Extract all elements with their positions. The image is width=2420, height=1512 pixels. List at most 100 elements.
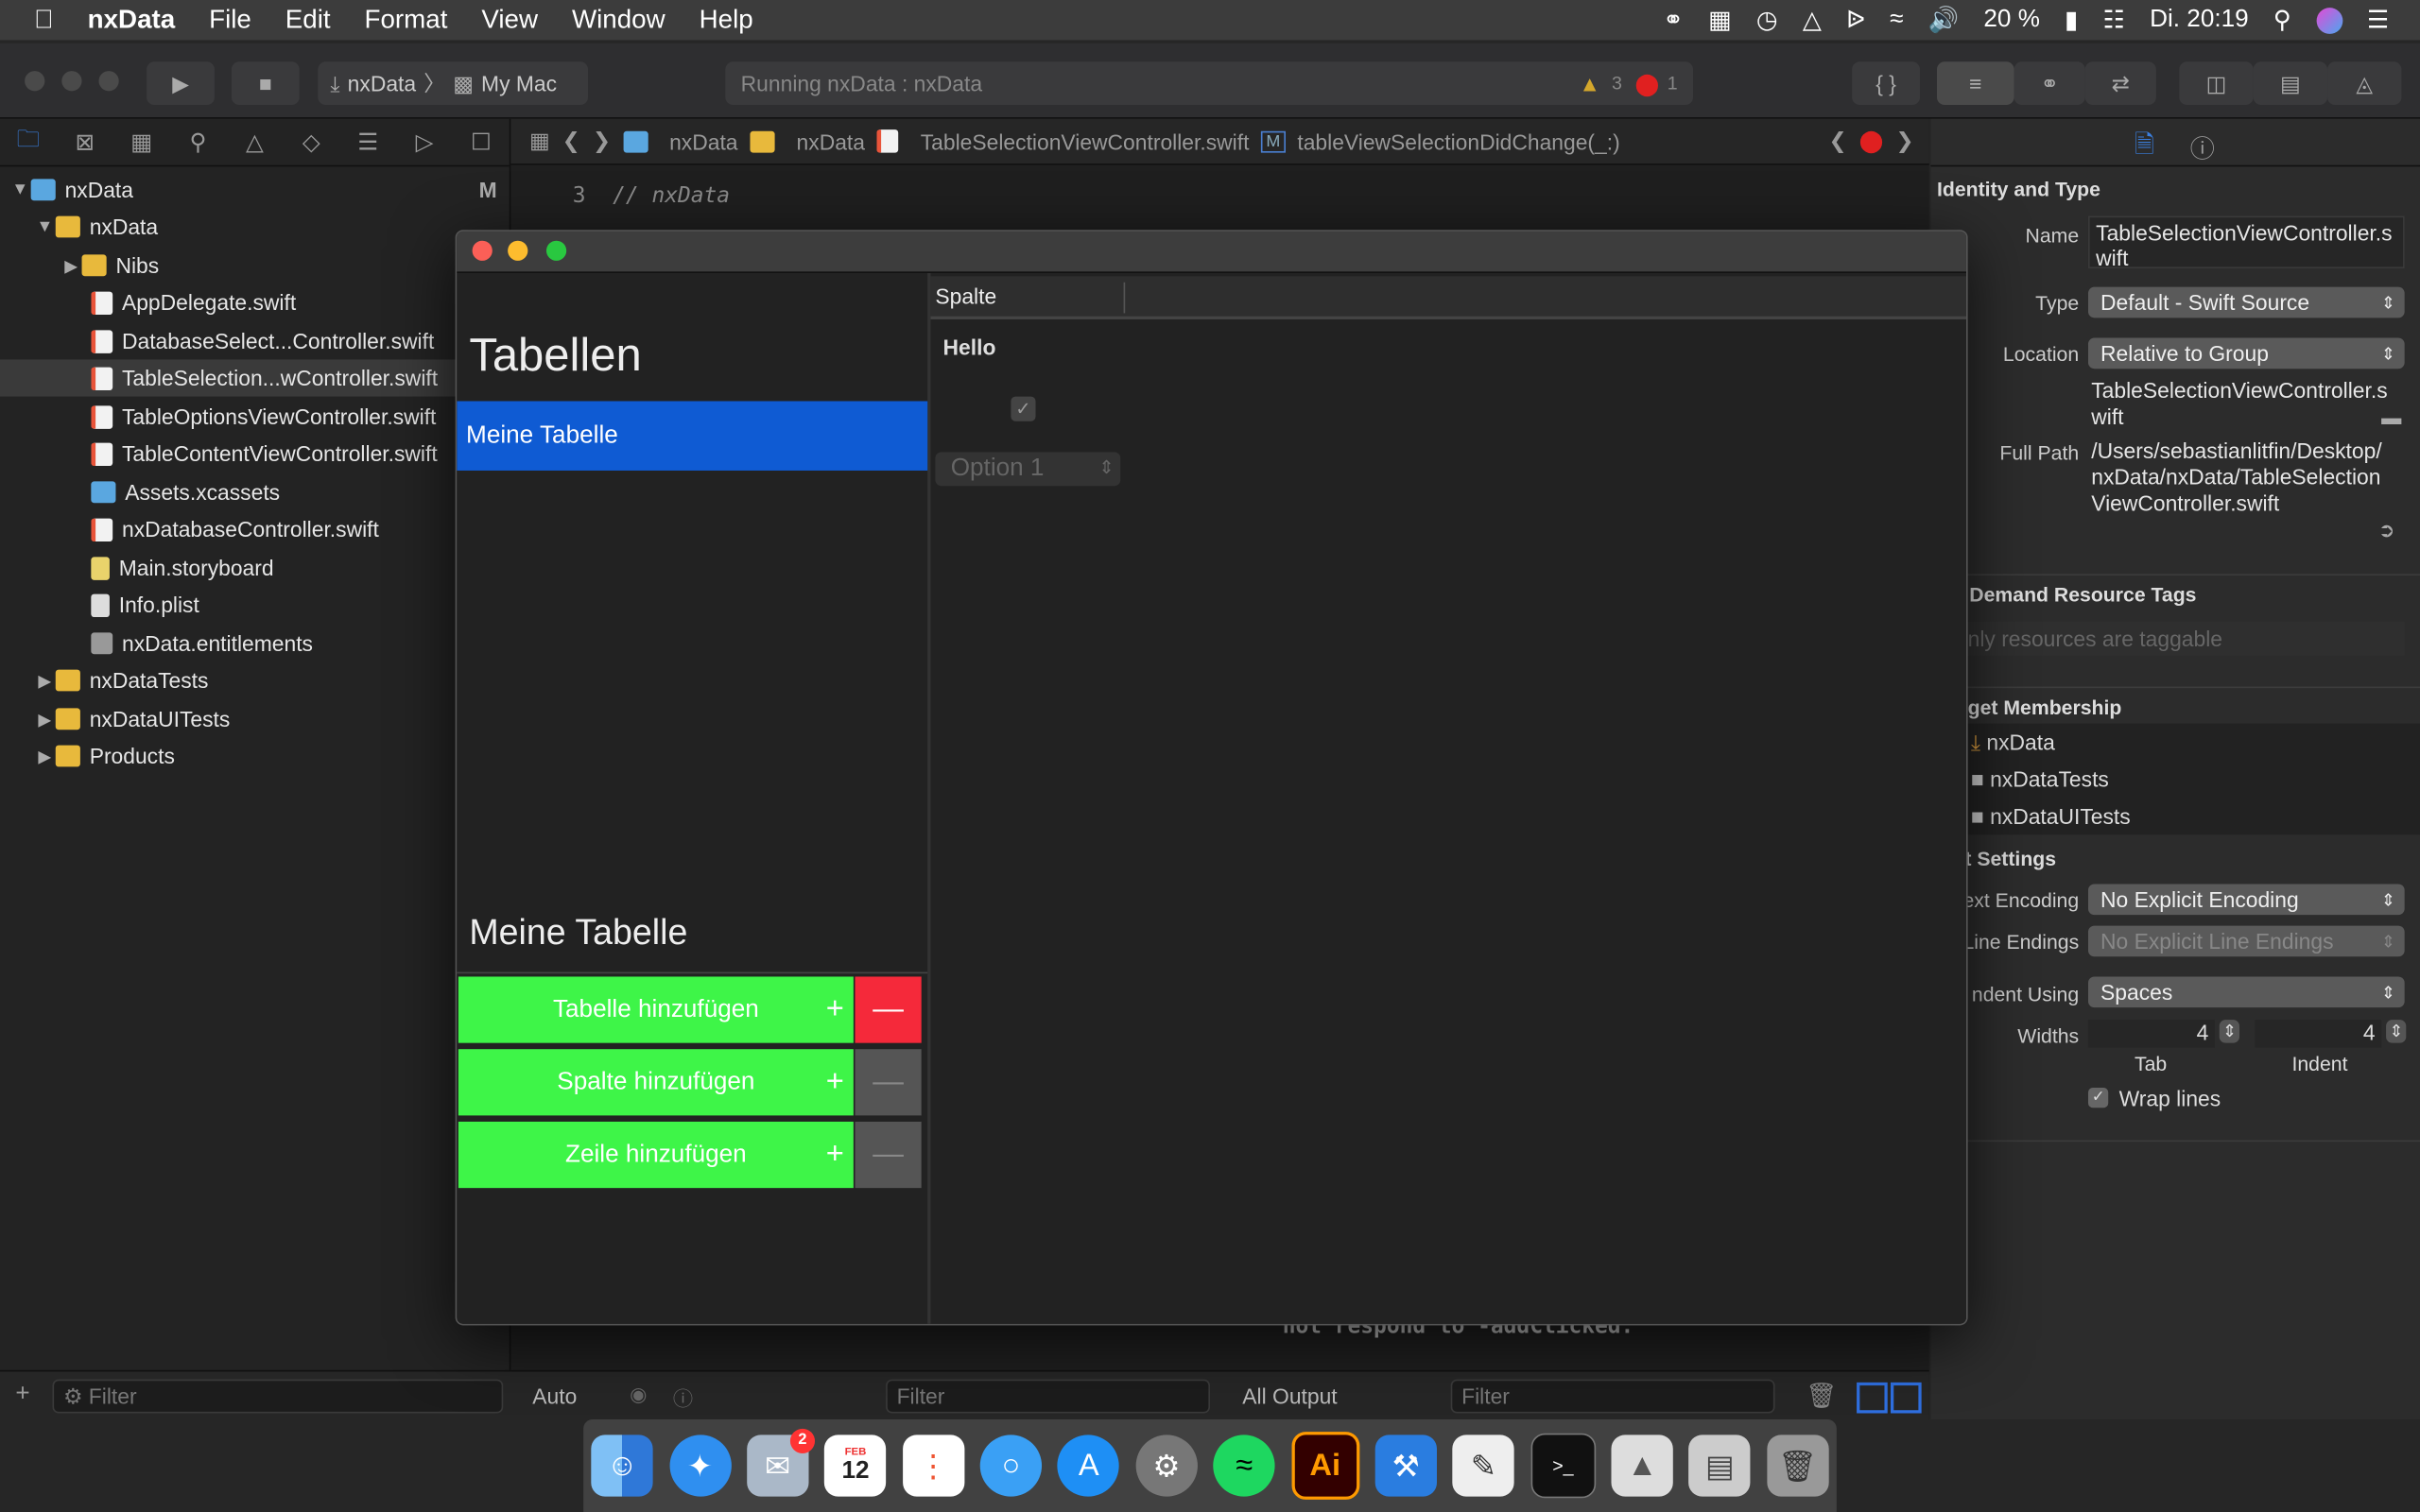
jump-item[interactable]: nxData (669, 129, 737, 153)
battery-percent[interactable]: 20 % (1983, 7, 2040, 34)
disclosure-open-icon[interactable]: ▼ (34, 217, 56, 236)
apple-icon[interactable]:  (34, 5, 54, 36)
siri-icon[interactable] (2316, 7, 2342, 34)
menu-help[interactable]: Help (700, 5, 753, 36)
airplay-icon[interactable]: △ (1803, 5, 1822, 36)
navigator-filter[interactable]: ⚙ Filter (52, 1379, 504, 1414)
name-field[interactable]: TableSelectionViewController.swift (2087, 215, 2405, 270)
next-issue-icon[interactable]: ❯ (1895, 129, 1913, 155)
forward-icon[interactable]: ❯ (593, 129, 611, 155)
library-button[interactable]: { } (1852, 61, 1921, 106)
target-row[interactable]: ■ nxDataTests (1971, 766, 2109, 791)
minimize-window-button[interactable] (61, 71, 82, 92)
output-popup[interactable]: All Output (1242, 1383, 1337, 1408)
indent-popup[interactable]: Spaces ⇕ (2087, 976, 2405, 1008)
system-preferences-icon[interactable]: ⚙ (1135, 1435, 1198, 1497)
remove-table-button[interactable]: — (855, 976, 922, 1043)
option-popup[interactable]: Option 1 ⇕ (935, 452, 1121, 487)
indent-stepper[interactable]: ⇕ (2386, 1020, 2407, 1043)
table-list-item-selected[interactable]: Meine Tabelle (457, 401, 928, 471)
file-inspector-icon[interactable]: 🗎 (2135, 129, 2154, 170)
disclosure-closed-icon[interactable]: ▶ (34, 670, 56, 691)
stop-button[interactable]: ■ (231, 61, 300, 106)
archive-icon[interactable]: ▤ (1688, 1435, 1752, 1497)
reminders-icon[interactable]: ⋮ (902, 1435, 964, 1497)
terminal-icon[interactable]: >_ (1530, 1433, 1596, 1499)
xcode-icon[interactable]: ⚒ (1374, 1435, 1437, 1497)
mail-icon[interactable]: ✉ 2 (747, 1428, 815, 1497)
type-popup[interactable]: Default - Swift Source ⇕ (2087, 286, 2405, 318)
bluetooth-icon[interactable]: ᐉ (1846, 5, 1865, 36)
creative-cloud-icon[interactable]: ⚭ (1663, 5, 1684, 36)
help-icon[interactable]: ⓘ (2190, 129, 2215, 165)
menu-file[interactable]: File (209, 5, 251, 36)
assistant-editor-button[interactable]: ⚭ (2014, 61, 2085, 106)
error-icon[interactable]: ⬤ (1635, 70, 1660, 96)
disclosure-closed-icon[interactable]: ▶ (60, 255, 82, 276)
warning-count[interactable]: 3 (1612, 73, 1622, 94)
jump-item[interactable]: nxData (797, 129, 865, 153)
warning-icon[interactable]: ▲ (1579, 71, 1600, 95)
variables-filter[interactable]: Filter (886, 1379, 1210, 1414)
calendar-icon[interactable]: FEB 12 (824, 1435, 887, 1497)
back-icon[interactable]: ❮ (562, 129, 580, 155)
search-icon[interactable]: ⚲ (170, 129, 227, 156)
safari-icon[interactable]: ✦ (668, 1435, 732, 1497)
preview-icon[interactable]: ▲ (1611, 1435, 1673, 1497)
toggle-debug-button[interactable]: ▤ (2253, 61, 2328, 106)
add-row-button[interactable]: Zeile hinzufügen (458, 1121, 854, 1189)
add-column-button[interactable]: Spalte hinzufügen (458, 1049, 854, 1116)
tree-item-project[interactable]: ▼ nxData M (0, 171, 519, 208)
breakpoint-icon[interactable]: ▷ (396, 129, 453, 156)
close-window-button[interactable] (25, 71, 45, 92)
split-left-icon[interactable] (1857, 1382, 1888, 1414)
clock[interactable]: Di. 20:19 (2150, 7, 2249, 34)
time-machine-icon[interactable]: ◷ (1756, 5, 1778, 36)
disclosure-closed-icon[interactable]: ▶ (34, 709, 56, 730)
run-button[interactable]: ▶ (147, 61, 215, 106)
menu-window[interactable]: Window (572, 5, 666, 36)
app-store-icon[interactable]: A (1058, 1435, 1120, 1497)
remove-row-button[interactable]: — (855, 1121, 922, 1189)
menu-format[interactable]: Format (365, 5, 448, 36)
jump-item[interactable]: tableViewSelectionDidChange(_:) (1297, 129, 1619, 153)
error-count[interactable]: 1 (1668, 73, 1678, 94)
menu-view[interactable]: View (481, 5, 538, 36)
encoding-popup[interactable]: No Explicit Encoding ⇕ (2087, 884, 2405, 916)
target-row[interactable]: ⤓ nxData (1971, 730, 2055, 756)
eye-icon[interactable]: ◉ (630, 1383, 648, 1407)
magnet-icon[interactable]: ▦ (1708, 5, 1732, 36)
line-endings-popup[interactable]: No Explicit Line Endings ⇕ (2087, 925, 2405, 957)
trash-icon[interactable]: 🗑 (1806, 1381, 1837, 1412)
disclosure-closed-icon[interactable]: ▶ (34, 746, 56, 766)
source-control-icon[interactable]: ⊠ (57, 129, 113, 156)
add-icon[interactable]: + (15, 1381, 29, 1408)
disclosure-open-icon[interactable]: ▼ (9, 180, 31, 199)
error-icon[interactable]: ⬤ (1859, 129, 1884, 155)
wifi-icon[interactable]: ≈ (1890, 7, 1903, 34)
zoom-button[interactable] (545, 240, 567, 261)
folder-icon[interactable]: 🗀 (0, 123, 57, 162)
related-items-icon[interactable]: ▦ (529, 129, 550, 155)
tab-width-field[interactable]: 4 (2087, 1020, 2215, 1048)
jump-item[interactable]: TableSelectionViewController.swift (921, 129, 1250, 153)
checkbox-cell[interactable]: ✓ (1011, 396, 1036, 421)
prev-issue-icon[interactable]: ❮ (1828, 129, 1846, 155)
textedit-icon[interactable]: ✎ (1452, 1435, 1515, 1497)
hierarchy-icon[interactable]: ▦ (113, 129, 170, 156)
version-editor-button[interactable]: ⇄ (2084, 61, 2156, 106)
target-row[interactable]: ■ nxDataUITests (1971, 804, 2131, 829)
tags-field[interactable]: nly resources are taggable (1964, 621, 2405, 656)
indent-width-field[interactable]: 4 (2255, 1020, 2382, 1048)
location-popup[interactable]: Relative to Group ⇕ (2087, 337, 2405, 369)
wrap-lines-checkbox[interactable]: ✓ (2087, 1088, 2109, 1108)
zoom-window-button[interactable] (98, 71, 119, 92)
report-icon[interactable]: ☐ (453, 129, 510, 156)
illustrator-icon[interactable]: Ai (1290, 1432, 1359, 1500)
spotlight-icon[interactable]: ⚲ (2273, 5, 2291, 36)
remove-column-button[interactable]: — (855, 1049, 922, 1116)
console-filter[interactable]: Filter (1450, 1379, 1775, 1414)
menu-app[interactable]: nxData (88, 5, 176, 36)
warning-icon[interactable]: △ (226, 129, 283, 156)
add-table-button[interactable]: Tabelle hinzufügen (458, 976, 854, 1043)
